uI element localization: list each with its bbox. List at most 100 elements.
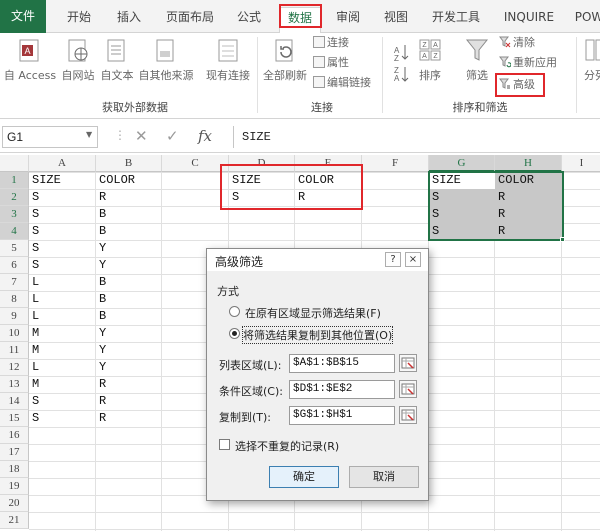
row-header-19[interactable]: 19 [0, 478, 29, 495]
cell-a14[interactable]: S [30, 393, 95, 410]
row-header-4[interactable]: 4 [0, 223, 29, 240]
help-button[interactable]: ? [385, 252, 401, 267]
list-range-input[interactable]: $A$1:$B$15 [289, 354, 395, 373]
cell-g2[interactable]: S [430, 189, 494, 206]
cell-g4[interactable]: S [430, 223, 494, 240]
cell-a12[interactable]: L [30, 359, 95, 376]
option-copy-label[interactable]: 将筛选结果复制到其他位置(O) [241, 326, 394, 344]
cell-b8[interactable]: B [97, 291, 161, 308]
cell-b4[interactable]: B [97, 223, 161, 240]
row-header-7[interactable]: 7 [0, 274, 29, 291]
cell-a15[interactable]: S [30, 410, 95, 427]
ok-button[interactable]: 确定 [269, 466, 339, 488]
select-all-corner[interactable] [0, 155, 29, 172]
from-web-button[interactable]: 自网站 [60, 37, 96, 83]
cell-h3[interactable]: R [496, 206, 561, 223]
row-header-13[interactable]: 13 [0, 376, 29, 393]
tab-review[interactable]: 审阅 [332, 7, 364, 27]
refresh-all-button[interactable]: 全部刷新 [260, 37, 310, 83]
tab-formulas[interactable]: 公式 [232, 7, 266, 27]
criteria-range-input[interactable]: $D$1:$E$2 [289, 380, 395, 399]
insert-function-icon[interactable]: fx [198, 127, 212, 145]
formula-input[interactable]: SIZE [233, 126, 600, 148]
cancel-entry-icon[interactable]: ✕ [135, 127, 148, 145]
tab-insert[interactable]: 插入 [112, 7, 146, 27]
cell-b13[interactable]: R [97, 376, 161, 393]
column-header-g[interactable]: G [429, 155, 495, 172]
properties-button[interactable]: 属性 [313, 55, 349, 71]
cell-a3[interactable]: S [30, 206, 95, 223]
cell-a4[interactable]: S [30, 223, 95, 240]
column-header-b[interactable]: B [96, 155, 162, 172]
cell-b3[interactable]: B [97, 206, 161, 223]
unique-records-checkbox[interactable] [219, 439, 230, 450]
name-box-dropdown-icon[interactable]: ▼ [86, 130, 92, 139]
option-in-place-label[interactable]: 在原有区域显示筛选结果(F) [245, 305, 381, 321]
column-header-h[interactable]: H [495, 155, 562, 172]
from-access-button[interactable]: A 自 Access [2, 37, 58, 83]
edit-links-button[interactable]: 编辑链接 [313, 75, 371, 91]
clear-filter-button[interactable]: 清除 [499, 35, 535, 51]
cell-b14[interactable]: R [97, 393, 161, 410]
tab-power[interactable]: POW [572, 7, 600, 27]
tab-file[interactable]: 文件 [0, 0, 46, 33]
unique-records-label[interactable]: 选择不重复的记录(R) [235, 438, 339, 454]
cell-a11[interactable]: M [30, 342, 95, 359]
cell-a8[interactable]: L [30, 291, 95, 308]
cell-g3[interactable]: S [430, 206, 494, 223]
tab-view[interactable]: 视图 [380, 7, 412, 27]
row-header-2[interactable]: 2 [0, 189, 29, 206]
row-header-18[interactable]: 18 [0, 461, 29, 478]
confirm-entry-icon[interactable]: ✓ [166, 127, 179, 145]
cell-b1[interactable]: COLOR [97, 172, 161, 189]
copy-to-input[interactable]: $G$1:$H$1 [289, 406, 395, 425]
from-text-button[interactable]: 自文本 [99, 37, 135, 83]
cell-b5[interactable]: Y [97, 240, 161, 257]
row-header-1[interactable]: 1 [0, 172, 29, 189]
radio-in-place[interactable] [229, 306, 240, 317]
cell-a2[interactable]: S [30, 189, 95, 206]
cell-a1[interactable]: SIZE [30, 172, 95, 189]
existing-connections-button[interactable]: 现有连接 [202, 37, 254, 83]
cell-g1[interactable]: SIZE [430, 172, 494, 189]
cell-b10[interactable]: Y [97, 325, 161, 342]
name-box[interactable]: G1 [2, 126, 98, 148]
radio-copy-to-location[interactable] [229, 328, 240, 339]
sort-button[interactable]: ZAAZ 排序 [414, 37, 446, 83]
close-button[interactable]: × [405, 252, 421, 267]
row-header-14[interactable]: 14 [0, 393, 29, 410]
cell-a5[interactable]: S [30, 240, 95, 257]
tab-home[interactable]: 开始 [62, 7, 96, 27]
row-header-5[interactable]: 5 [0, 240, 29, 257]
row-header-12[interactable]: 12 [0, 359, 29, 376]
row-header-9[interactable]: 9 [0, 308, 29, 325]
row-header-16[interactable]: 16 [0, 427, 29, 444]
cell-h2[interactable]: R [496, 189, 561, 206]
cell-b9[interactable]: B [97, 308, 161, 325]
column-header-f[interactable]: F [362, 155, 429, 172]
cell-b12[interactable]: Y [97, 359, 161, 376]
from-other-sources-button[interactable]: 自其他来源 [136, 37, 196, 83]
sort-az-za-buttons[interactable]: AZZA [392, 41, 412, 85]
row-header-10[interactable]: 10 [0, 325, 29, 342]
row-header-20[interactable]: 20 [0, 495, 29, 512]
column-header-a[interactable]: A [29, 155, 96, 172]
reapply-button[interactable]: 重新应用 [499, 55, 557, 71]
text-to-columns-button[interactable]: 分列 [580, 37, 600, 83]
row-header-17[interactable]: 17 [0, 444, 29, 461]
row-header-15[interactable]: 15 [0, 410, 29, 427]
tab-page-layout[interactable]: 页面布局 [162, 7, 218, 27]
cell-a6[interactable]: S [30, 257, 95, 274]
formula-bar-handle-icon[interactable]: ⋮ [114, 128, 126, 142]
cell-h4[interactable]: R [496, 223, 561, 240]
column-header-c[interactable]: C [162, 155, 229, 172]
connections-button[interactable]: 连接 [313, 35, 349, 51]
cell-a13[interactable]: M [30, 376, 95, 393]
cancel-button[interactable]: 取消 [349, 466, 419, 488]
cell-a10[interactable]: M [30, 325, 95, 342]
row-header-8[interactable]: 8 [0, 291, 29, 308]
tab-developer[interactable]: 开发工具 [428, 7, 484, 27]
cell-b7[interactable]: B [97, 274, 161, 291]
cell-h1[interactable]: COLOR [496, 172, 561, 189]
cell-b2[interactable]: R [97, 189, 161, 206]
